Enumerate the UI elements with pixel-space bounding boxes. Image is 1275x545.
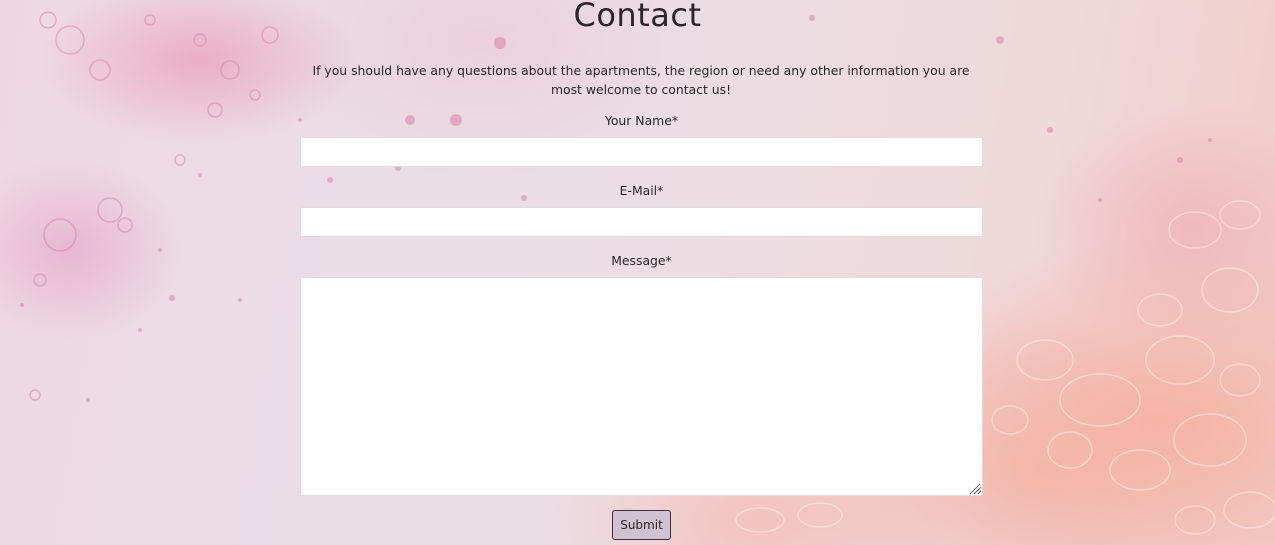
resize-grip-icon[interactable] xyxy=(967,481,981,495)
name-input[interactable] xyxy=(300,137,983,167)
submit-button[interactable]: Submit xyxy=(612,510,671,540)
name-label: Your Name* xyxy=(604,113,679,128)
email-label: E-Mail* xyxy=(619,183,664,198)
intro-text: If you should have any questions about t… xyxy=(312,63,970,97)
email-input[interactable] xyxy=(300,207,983,237)
message-textarea[interactable] xyxy=(300,277,983,496)
contact-section: Contact If you should have any questions… xyxy=(0,0,1275,545)
message-label: Message* xyxy=(611,253,672,268)
page-title: Contact xyxy=(573,0,702,34)
